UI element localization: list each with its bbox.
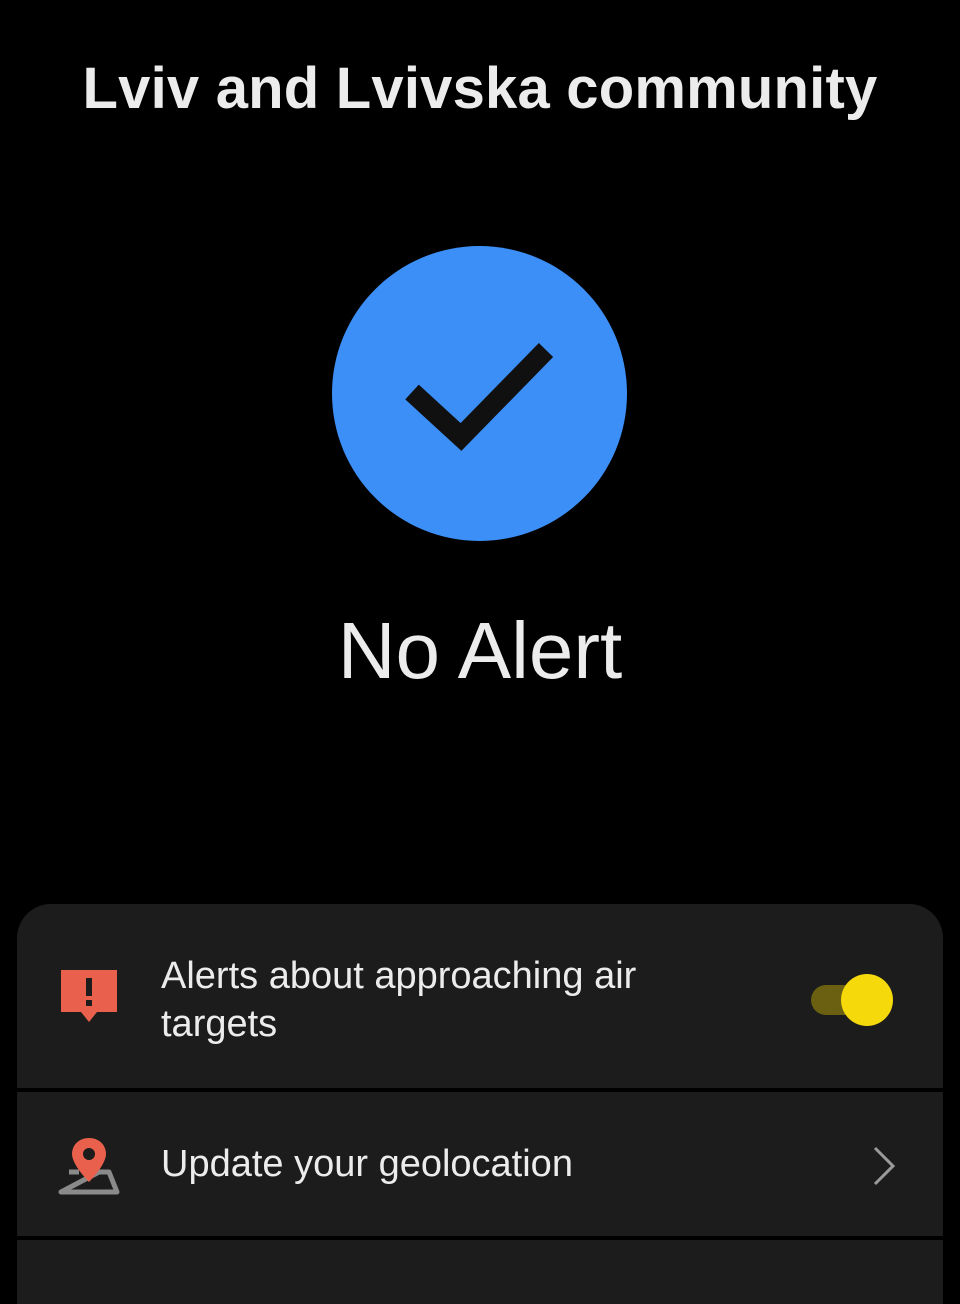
checkmark-icon (405, 343, 554, 451)
setting-row-geolocation[interactable]: Update your geolocation (17, 1092, 943, 1236)
toggle-thumb (841, 974, 893, 1026)
setting-row-next[interactable] (17, 1240, 943, 1300)
status-indicator (332, 246, 627, 541)
air-alerts-toggle[interactable] (811, 974, 895, 1026)
status-text: No Alert (337, 606, 623, 695)
setting-label-geolocation: Update your geolocation (161, 1143, 573, 1185)
setting-row-air-alerts[interactable]: Alerts about approaching air targets (17, 940, 943, 1088)
alert-message-icon (61, 970, 117, 1022)
chevron-right-icon (873, 1146, 896, 1186)
setting-label-air-alerts: Alerts about approaching air targets (161, 955, 637, 1045)
page-title: Lviv and Lvivska community (82, 56, 878, 121)
map-pin-icon (58, 1138, 120, 1195)
